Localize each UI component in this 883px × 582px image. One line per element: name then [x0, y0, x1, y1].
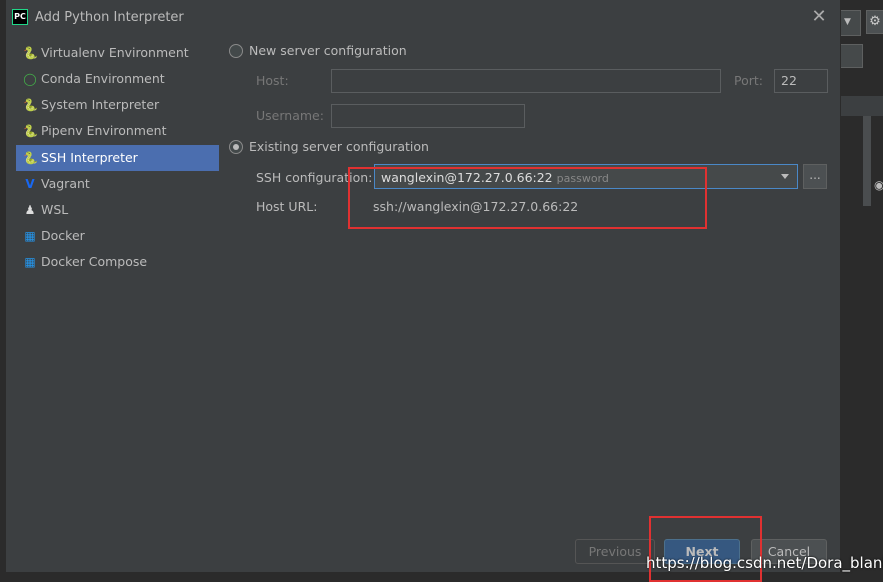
chevron-down-icon: ▼ — [844, 17, 851, 27]
sidebar-item-label: Vagrant — [41, 176, 90, 191]
vagrant-icon: V — [25, 177, 35, 191]
sidebar-item-ssh[interactable]: 🐍 SSH Interpreter — [16, 145, 219, 171]
chevron-down-icon — [781, 174, 789, 179]
sidebar-item-conda[interactable]: ◯ Conda Environment — [16, 66, 219, 92]
background-scrollbar — [863, 116, 871, 206]
sidebar-item-pipenv[interactable]: 🐍 Pipenv Environment — [16, 118, 219, 144]
python-icon: 🐍 — [23, 98, 38, 112]
port-label: Port: — [734, 73, 763, 88]
new-server-label: New server configuration — [249, 43, 407, 58]
port-field[interactable]: 22 — [774, 69, 828, 93]
sidebar-item-label: WSL — [41, 202, 69, 217]
virtualenv-icon: 🐍 — [23, 46, 38, 60]
close-icon[interactable]: ✕ — [810, 8, 828, 26]
browse-button[interactable]: ... — [803, 164, 827, 189]
sidebar-item-system[interactable]: 🐍 System Interpreter — [16, 92, 219, 118]
sidebar-item-label: Docker — [41, 228, 85, 243]
add-python-interpreter-dialog: PC Add Python Interpreter ✕ 🐍 Virtualenv… — [6, 0, 841, 572]
sidebar-item-wsl[interactable]: ♟ WSL — [16, 197, 219, 223]
background-combo: ▼ — [840, 10, 861, 36]
sidebar-item-label: SSH Interpreter — [41, 150, 138, 165]
username-label: Username: — [256, 108, 324, 123]
linux-icon: ♟ — [24, 203, 36, 217]
pipenv-icon: 🐍 — [23, 124, 38, 138]
docker-compose-icon: ▦ — [24, 255, 36, 269]
docker-icon: ▦ — [24, 229, 36, 243]
watermark-text: https://blog.csdn.net/Dora_blank — [646, 554, 883, 572]
background-header-band — [840, 96, 883, 116]
host-label: Host: — [256, 73, 289, 88]
host-field[interactable] — [331, 69, 721, 93]
pycharm-icon: PC — [12, 9, 28, 25]
sidebar-item-docker[interactable]: ▦ Docker — [16, 223, 219, 249]
dialog-titlebar: PC Add Python Interpreter ✕ — [6, 0, 840, 36]
existing-server-radio[interactable] — [229, 140, 243, 154]
folder-icon — [840, 44, 863, 68]
sidebar-item-label: System Interpreter — [41, 97, 160, 112]
annotation-box-next — [649, 516, 762, 582]
conda-icon: ◯ — [23, 72, 37, 86]
ssh-icon: 🐍 — [23, 151, 38, 165]
sidebar-item-label: Docker Compose — [41, 254, 148, 269]
sidebar-item-docker-compose[interactable]: ▦ Docker Compose — [16, 249, 219, 275]
host-url-label: Host URL: — [256, 199, 318, 214]
sidebar-item-virtualenv[interactable]: 🐍 Virtualenv Environment — [16, 40, 219, 66]
sidebar-item-label: Conda Environment — [41, 71, 165, 86]
new-server-radio[interactable] — [229, 44, 243, 58]
sidebar-item-label: Virtualenv Environment — [41, 45, 189, 60]
previous-button[interactable]: Previous — [575, 539, 655, 564]
sidebar-item-label: Pipenv Environment — [41, 123, 167, 138]
dialog-title: Add Python Interpreter — [35, 10, 184, 25]
username-field[interactable] — [331, 104, 525, 128]
sidebar-item-vagrant[interactable]: V Vagrant — [16, 171, 219, 197]
background-ide-right: ▼ ⚙ ◉ — [840, 0, 883, 582]
interpreter-type-list: 🐍 Virtualenv Environment ◯ Conda Environ… — [16, 40, 219, 290]
existing-server-label: Existing server configuration — [249, 139, 429, 154]
annotation-box-ssh-config — [348, 167, 707, 229]
eye-icon: ◉ — [874, 178, 883, 192]
gear-icon: ⚙ — [866, 10, 883, 34]
